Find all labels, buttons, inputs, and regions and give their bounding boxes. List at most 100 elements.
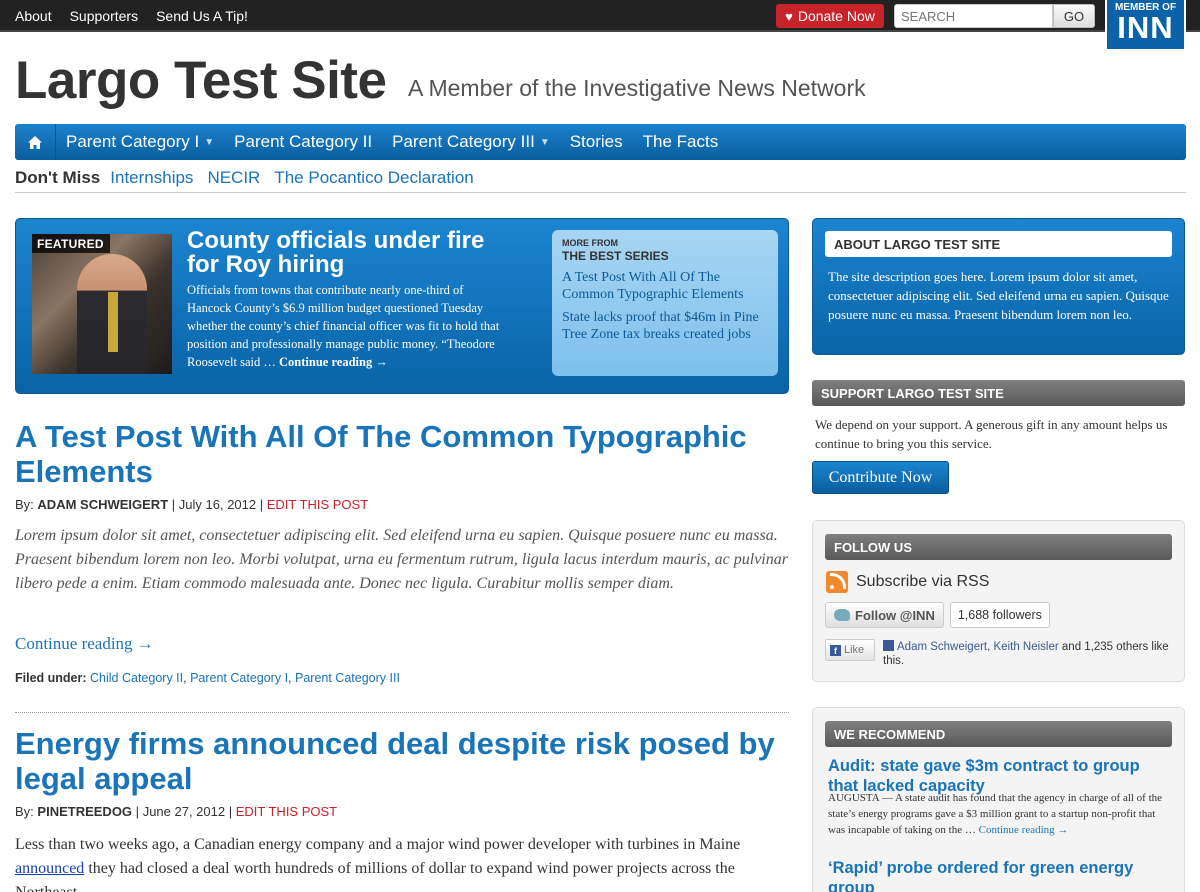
recommend-widget-title: WE RECOMMEND: [825, 721, 1172, 747]
featured-photo-tie: [108, 292, 118, 352]
byline-by: By:: [15, 497, 34, 512]
featured-continue-link[interactable]: Continue reading →: [279, 355, 388, 369]
post-body-text: Less than two weeks ago, a Canadian ener…: [15, 836, 741, 853]
dont-miss-bar: Don't Miss Internships NECIR The Pocanti…: [15, 168, 474, 188]
facebook-like-text: Adam Schweigert, Keith Neisler and 1,235…: [883, 640, 1173, 668]
post-body: Less than two weeks ago, a Canadian ener…: [15, 833, 789, 892]
byline-by: By:: [15, 804, 34, 819]
nav-label: The Facts: [642, 132, 719, 151]
inn-badge-logo: INN: [1117, 10, 1174, 45]
edit-post-link[interactable]: EDIT THIS POST: [267, 497, 368, 512]
post-byline: By: PINETREEDOG | June 27, 2012 | EDIT T…: [15, 804, 337, 819]
author-link[interactable]: ADAM SCHWEIGERT: [37, 497, 168, 512]
post-byline: By: ADAM SCHWEIGERT | July 16, 2012 | ED…: [15, 497, 368, 512]
follow-widget-title: FOLLOW US: [825, 534, 1172, 560]
dont-miss-necir[interactable]: NECIR: [207, 168, 260, 188]
home-icon: [28, 135, 42, 149]
about-link[interactable]: About: [15, 8, 52, 24]
search-go-button[interactable]: GO: [1053, 4, 1095, 28]
nav-parent-category-2[interactable]: Parent Category II: [224, 124, 382, 160]
donate-label: Donate Now: [797, 8, 875, 24]
rss-label: Subscribe via RSS: [856, 573, 990, 590]
about-widget-title: ABOUT LARGO TEST SITE: [825, 231, 1172, 257]
twitter-follow-button[interactable]: Follow @INN: [825, 602, 944, 628]
home-button[interactable]: [15, 124, 56, 160]
post-title[interactable]: A Test Post With All Of The Common Typog…: [15, 419, 789, 489]
category-link[interactable]: Child Category II: [90, 671, 183, 685]
supporters-link[interactable]: Supporters: [70, 8, 138, 24]
nav-parent-category-3[interactable]: Parent Category III ▼: [382, 124, 560, 160]
recommend-widget: WE RECOMMEND Audit: state gave $3m contr…: [812, 707, 1185, 892]
announced-link[interactable]: announced: [15, 860, 84, 877]
nav-parent-category-1[interactable]: Parent Category I ▼: [56, 124, 224, 160]
byline-sep: |: [135, 804, 140, 819]
continue-reading-link[interactable]: Continue reading →: [15, 634, 154, 654]
search-input[interactable]: [894, 4, 1053, 28]
support-widget-text: We depend on your support. A generous gi…: [815, 417, 1168, 451]
facebook-icon: f: [830, 644, 841, 656]
featured-label: FEATURED: [32, 234, 110, 253]
post-categories: Filed under: Child Category II, Parent C…: [15, 671, 400, 685]
dont-miss-internships[interactable]: Internships: [110, 168, 193, 188]
send-tip-link[interactable]: Send Us A Tip!: [156, 8, 248, 24]
dont-miss-label: Don't Miss: [15, 168, 101, 187]
recommended-story-title[interactable]: ‘Rapid’ probe ordered for green energy g…: [828, 858, 1173, 892]
dont-miss-pocantico[interactable]: The Pocantico Declaration: [274, 168, 473, 188]
byline-sep: |: [259, 497, 264, 512]
featured-title[interactable]: County officials under fire for Roy hiri…: [187, 229, 517, 277]
nav-label: Parent Category II: [234, 132, 373, 151]
donate-button[interactable]: ♥ Donate Now: [776, 4, 884, 28]
recommended-continue-link[interactable]: Continue reading →: [979, 824, 1069, 836]
twitter-follow-label: Follow @INN: [855, 607, 935, 623]
series-link-1[interactable]: A Test Post With All Of The Common Typog…: [562, 269, 768, 303]
post-divider: [15, 712, 789, 713]
more-from-series-box: MORE FROM THE BEST SERIES A Test Post Wi…: [552, 230, 778, 376]
post-date: June 27, 2012: [142, 804, 226, 819]
facebook-friend-names[interactable]: Adam Schweigert, Keith Neisler: [897, 641, 1059, 653]
featured-story: FEATURED County officials under fire for…: [15, 218, 789, 394]
series-link-2[interactable]: State lacks proof that $46m in Pine Tree…: [562, 309, 768, 343]
more-from-kicker: MORE FROM: [562, 238, 618, 248]
rss-subscribe-link[interactable]: Subscribe via RSS: [826, 571, 989, 593]
nav-label: Parent Category I: [66, 132, 200, 151]
author-link[interactable]: PINETREEDOG: [37, 804, 132, 819]
byline-sep: |: [171, 497, 176, 512]
inn-member-badge[interactable]: MEMBER OF INN: [1105, 0, 1186, 51]
post-excerpt: Lorem ipsum dolor sit amet, consectetuer…: [15, 527, 788, 592]
edit-post-link[interactable]: EDIT THIS POST: [236, 804, 337, 819]
rss-icon: [826, 571, 848, 593]
nav-label: Stories: [569, 132, 623, 151]
main-nav: Parent Category I ▼ Parent Category II P…: [15, 124, 1186, 160]
category-link[interactable]: Parent Category I: [190, 671, 288, 685]
chevron-down-icon: ▼: [539, 136, 550, 148]
heart-icon: ♥: [785, 8, 793, 24]
recommended-story-excerpt: AUGUSTA — A state audit has found that t…: [828, 790, 1173, 838]
contribute-button[interactable]: Contribute Now: [812, 461, 949, 494]
chevron-down-icon: ▼: [204, 136, 215, 148]
byline-sep: |: [228, 804, 233, 819]
post-title[interactable]: Energy firms announced deal despite risk…: [15, 726, 789, 796]
twitter-follower-count: 1,688 followers: [949, 602, 1050, 628]
category-link[interactable]: Parent Category III: [295, 671, 400, 685]
divider: [15, 192, 1186, 193]
follow-widget: FOLLOW US Subscribe via RSS Follow @INN …: [812, 520, 1185, 682]
about-widget: ABOUT LARGO TEST SITE The site descripti…: [812, 218, 1185, 355]
nav-stories[interactable]: Stories: [560, 124, 633, 160]
featured-excerpt: Officials from towns that contribute nea…: [187, 281, 507, 371]
series-title: THE BEST SERIES: [562, 249, 669, 263]
facebook-like-label: Like: [844, 644, 865, 656]
support-widget-title: SUPPORT LARGO TEST SITE: [812, 380, 1185, 406]
twitter-follow: Follow @INN 1,688 followers: [825, 602, 1050, 628]
facebook-like-button[interactable]: f Like: [825, 639, 875, 661]
top-bar: About Supporters Send Us A Tip! ♥ Donate…: [0, 0, 1200, 32]
site-tagline: A Member of the Investigative News Netwo…: [408, 75, 866, 101]
featured-image[interactable]: [32, 234, 172, 374]
filed-under-label: Filed under:: [15, 671, 87, 685]
top-links: About Supporters Send Us A Tip!: [15, 8, 248, 24]
facebook-icon: [883, 640, 894, 651]
nav-the-facts[interactable]: The Facts: [633, 124, 729, 160]
post-date: July 16, 2012: [178, 497, 257, 512]
site-title[interactable]: Largo Test Site: [15, 50, 387, 111]
about-widget-text: The site description goes here. Lorem ip…: [828, 269, 1169, 322]
twitter-bird-icon: [834, 609, 850, 621]
